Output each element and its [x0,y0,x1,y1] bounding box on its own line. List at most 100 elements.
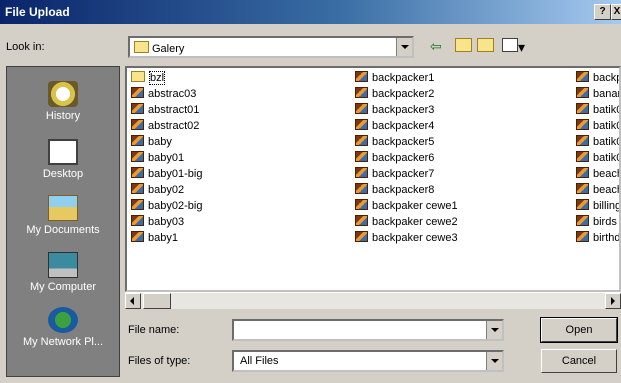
list-item[interactable]: baby01-big [131,166,202,182]
list-item[interactable]: banar [576,86,619,102]
place-label: History [45,110,81,122]
list-item[interactable]: billing [576,198,621,214]
scroll-left-icon[interactable] [125,293,141,309]
file-name: backpacker3 [372,104,435,116]
new-folder-icon[interactable] [477,38,494,55]
list-item[interactable]: backpacker7 [355,166,458,182]
image-file-icon [576,103,589,114]
list-item[interactable]: backpacker3 [355,102,458,118]
list-item[interactable]: backpacker2 [355,86,458,102]
chevron-down-icon[interactable] [486,321,502,339]
horizontal-scrollbar[interactable] [125,292,621,309]
image-file-icon [576,71,589,82]
place-my-computer[interactable]: My Computer [7,252,119,293]
image-file-icon [355,167,368,178]
file-name: batik0 [593,120,621,132]
list-item[interactable]: batik0 [576,150,621,166]
place-history[interactable]: History [7,81,119,122]
chevron-down-icon[interactable] [396,38,412,56]
image-file-icon [576,199,589,210]
image-file-icon [355,87,368,98]
list-item[interactable]: baby [131,134,202,150]
list-item[interactable]: abstract01 [131,102,202,118]
file-name: baby02 [148,184,185,196]
list-item[interactable]: baby01 [131,150,202,166]
list-item[interactable]: batik0 [576,118,621,134]
list-item[interactable]: batik0 [576,102,621,118]
file-name-label: File name: [128,324,180,336]
up-folder-icon[interactable] [455,38,472,55]
list-item[interactable]: backpaker cewe3 [355,230,458,246]
image-file-icon [355,119,368,130]
list-item[interactable]: backpaker cewe2 [355,214,458,230]
file-name: backpacker7 [372,168,435,180]
file-name: baby02-big [148,200,203,212]
list-item[interactable]: backpacker1 [355,70,458,86]
file-upload-dialog: File Upload ? X Look in: Galery ⇦ ▾ Hist… [0,0,621,383]
image-file-icon [355,215,368,226]
close-button[interactable]: X [611,4,621,20]
image-file-icon [355,231,368,242]
list-item[interactable]: backp [576,70,619,86]
file-name: baby03 [148,216,185,228]
list-item[interactable]: abstrac03 [131,86,202,102]
list-item[interactable]: backpacker8 [355,182,458,198]
file-name: baby01-big [148,168,203,180]
file-name: backpacker2 [372,88,435,100]
image-file-icon [131,199,144,210]
image-file-icon [355,183,368,194]
open-button[interactable]: Open [540,317,618,343]
list-item[interactable]: backpacker6 [355,150,458,166]
file-name: baby1 [148,232,178,244]
file-name: abstract01 [148,104,200,116]
look-in-label: Look in: [6,41,45,53]
list-item[interactable]: baby02 [131,182,202,198]
folder-icon [131,71,145,82]
place-label: My Network Pl... [22,336,104,348]
image-file-icon [355,71,368,82]
file-name: backpaker cewe3 [372,232,458,244]
list-item[interactable]: birds [576,214,619,230]
list-item[interactable]: backpacker5 [355,134,458,150]
places-bar: History Desktop My Documents My Computer… [6,66,120,377]
list-item[interactable]: baby02-big [131,198,202,214]
file-name: baby01 [148,152,185,164]
scroll-thumb[interactable] [143,293,171,309]
views-menu-icon[interactable]: ▾ [502,38,525,56]
place-network[interactable]: My Network Pl... [7,307,119,348]
list-item[interactable]: abstract02 [131,118,202,134]
image-file-icon [355,151,368,162]
list-item[interactable]: bzl [131,70,202,86]
list-item[interactable]: beach [576,166,619,182]
list-item[interactable]: baby03 [131,214,202,230]
place-my-documents[interactable]: My Documents [7,195,119,236]
list-item[interactable]: birthd [576,230,619,246]
image-file-icon [355,199,368,210]
files-of-type-dropdown[interactable]: All Files [232,350,504,372]
scroll-right-icon[interactable] [605,293,621,309]
file-name: batik0 [593,152,621,164]
network-places-icon [48,307,78,333]
place-desktop[interactable]: Desktop [7,139,119,180]
image-file-icon [576,87,589,98]
image-file-icon [131,119,144,130]
file-name: bzl [149,71,166,85]
cancel-button[interactable]: Cancel [541,349,617,373]
list-item[interactable]: beach [576,182,619,198]
help-button[interactable]: ? [594,4,611,20]
file-name: abstrac03 [148,88,197,100]
file-name: billing [593,200,621,212]
list-item[interactable]: backpacker4 [355,118,458,134]
list-item[interactable]: baby1 [131,230,202,246]
file-name: batik0 [593,104,621,116]
back-arrow-icon[interactable]: ⇦ [430,38,442,55]
look-in-dropdown[interactable]: Galery [128,36,414,58]
folder-icon [134,41,149,53]
file-list[interactable]: bzl abstrac03 abstract01 abstract02 baby… [125,66,621,292]
image-file-icon [131,167,144,178]
list-item[interactable]: batik0 [576,134,619,150]
file-column-3: backp banar batik0 batik0 batik0 batik0 … [576,70,621,246]
file-name-field[interactable] [232,319,504,341]
chevron-down-icon[interactable] [486,352,502,370]
list-item[interactable]: backpaker cewe1 [355,198,458,214]
